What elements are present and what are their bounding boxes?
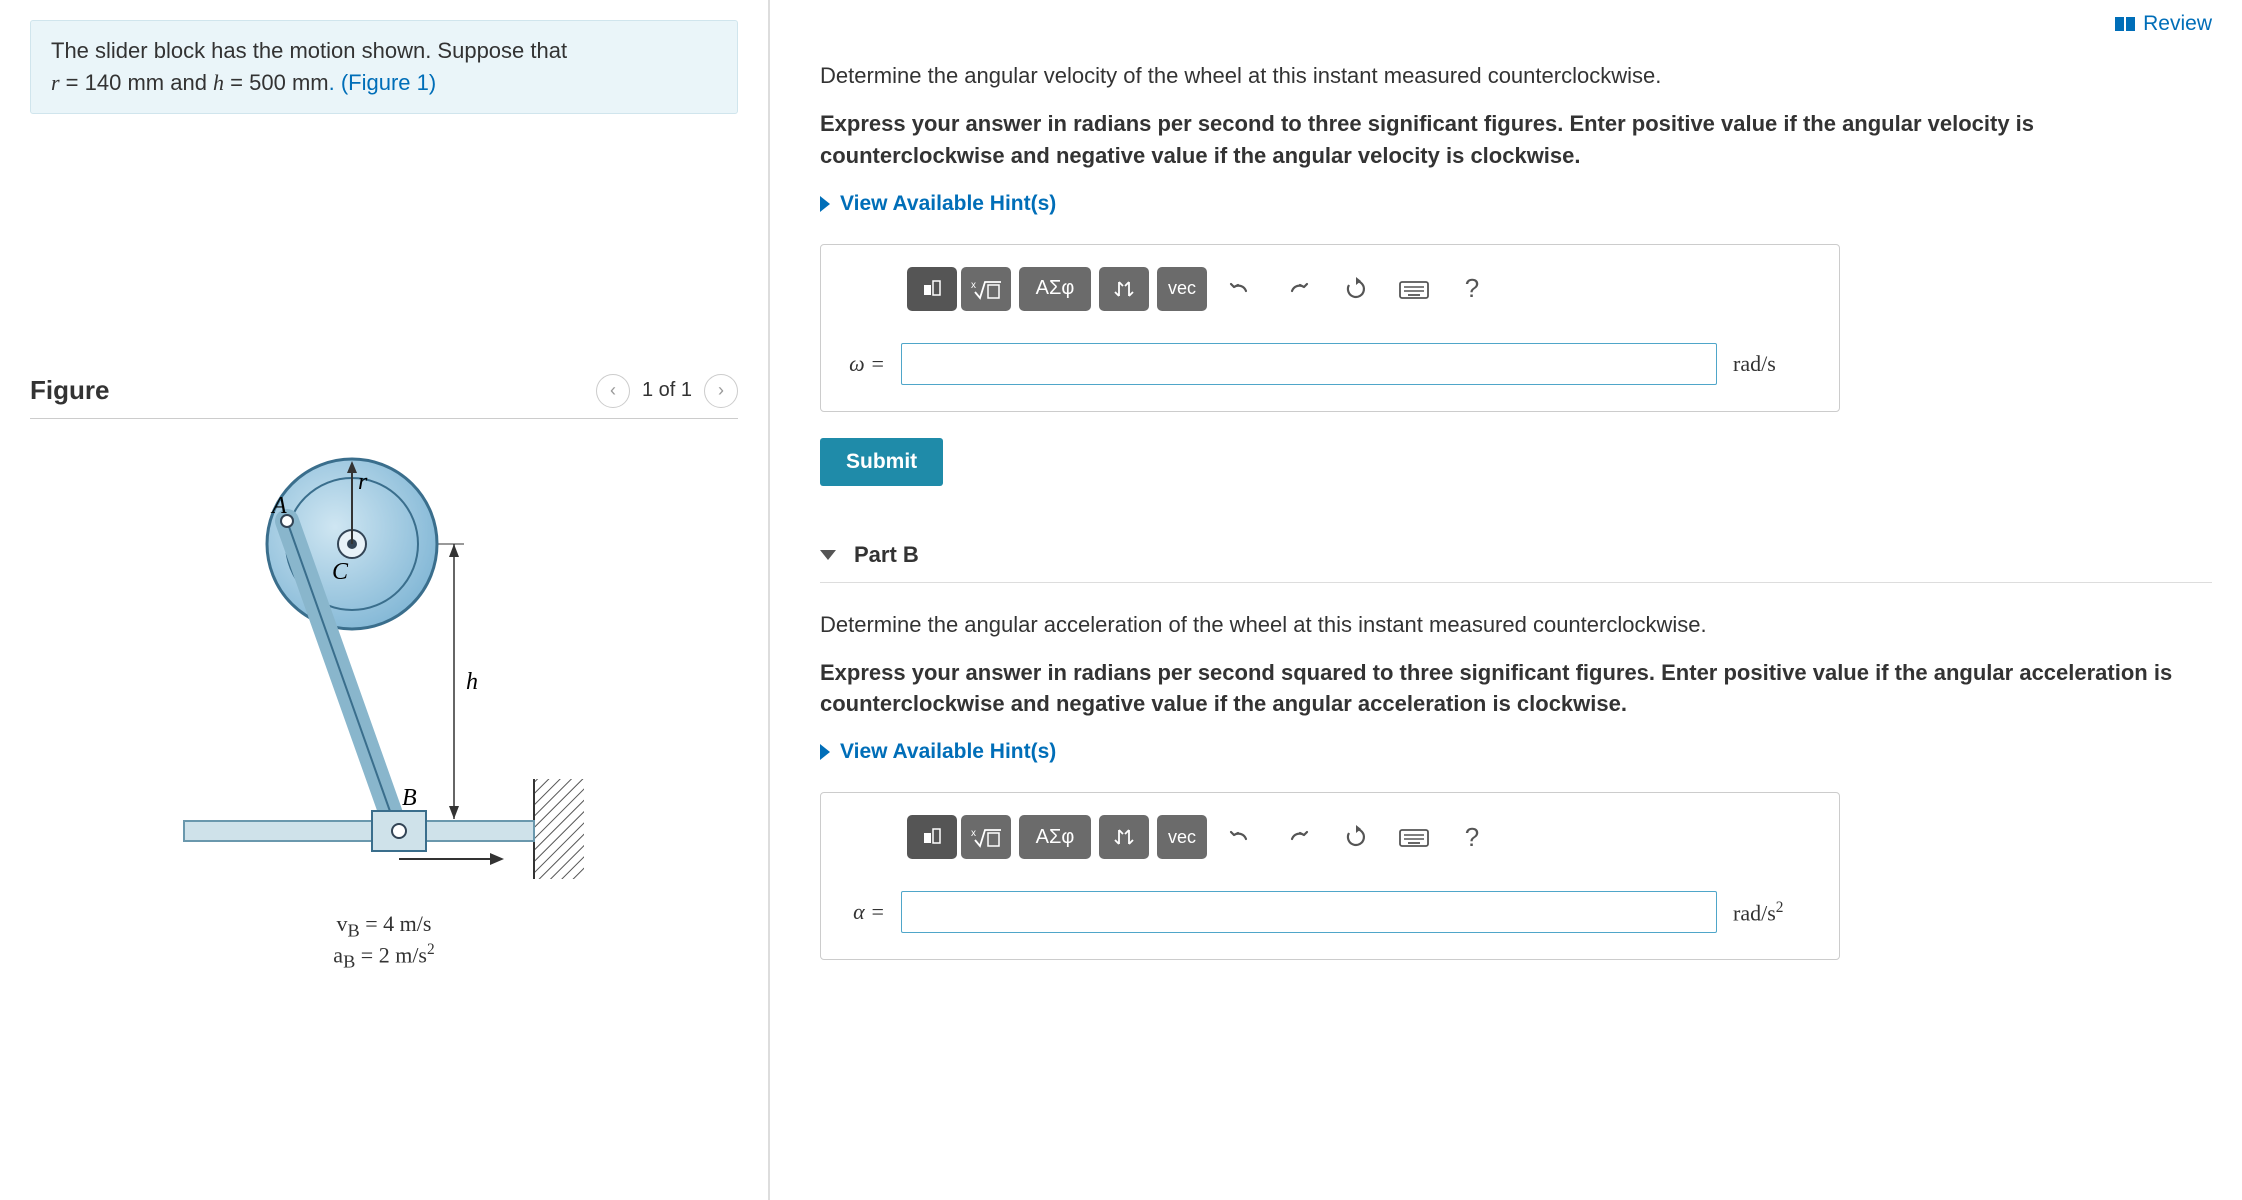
figure-equations: vB = 4 m/s aB = 2 m/s2 xyxy=(30,911,738,973)
unit-sq: 2 xyxy=(1776,899,1784,916)
subscript-superscript-button[interactable] xyxy=(1099,267,1149,311)
val-r: = 140 mm xyxy=(60,70,165,95)
figure-title: Figure xyxy=(30,375,109,406)
vB-var: v xyxy=(337,911,348,936)
aB-sq: 2 xyxy=(427,941,435,958)
part-b-question: Determine the angular acceleration of th… xyxy=(820,609,2212,641)
part-a-question: Determine the angular velocity of the wh… xyxy=(820,60,2212,92)
svg-text:B: B xyxy=(402,785,417,811)
split-view-icon xyxy=(2115,17,2135,31)
part-a-answer-row: ω = rad/s xyxy=(847,343,1813,385)
part-a-unit: rad/s xyxy=(1733,351,1813,377)
pager-label: 1 of 1 xyxy=(642,379,692,402)
svg-text:h: h xyxy=(466,669,478,695)
svg-text:A: A xyxy=(270,493,287,519)
caret-right-icon xyxy=(820,196,830,212)
help-button[interactable]: ? xyxy=(1447,815,1497,859)
svg-text:r: r xyxy=(358,469,368,495)
review-link[interactable]: Review xyxy=(2115,12,2212,36)
template-picker-button[interactable] xyxy=(907,267,957,311)
var-r: r xyxy=(51,70,60,95)
figure-link[interactable]: . (Figure 1) xyxy=(329,70,437,95)
part-b-unit: rad/s2 xyxy=(1733,899,1813,926)
undo-button[interactable] xyxy=(1215,815,1265,859)
greek-symbols-button[interactable]: ΑΣφ xyxy=(1019,267,1091,311)
aB-var: a xyxy=(333,943,343,968)
part-a-hints-toggle[interactable]: View Available Hint(s) xyxy=(820,192,2212,216)
part-a-instructions: Express your answer in radians per secon… xyxy=(820,108,2212,172)
part-a-answer-input[interactable] xyxy=(901,343,1717,385)
redo-button[interactable] xyxy=(1273,267,1323,311)
aB-sub: B xyxy=(343,952,355,972)
reset-button[interactable] xyxy=(1331,815,1381,859)
and: and xyxy=(164,70,213,95)
omega-label: ω = xyxy=(847,351,885,377)
part-b-answer-input[interactable] xyxy=(901,891,1717,933)
submit-button[interactable]: Submit xyxy=(820,438,943,486)
hints-label-b: View Available Hint(s) xyxy=(840,740,1056,764)
svg-text:C: C xyxy=(332,559,349,585)
caret-right-icon xyxy=(820,744,830,760)
review-label: Review xyxy=(2143,12,2212,36)
aB-val: = 2 m/s xyxy=(355,943,427,968)
next-figure-button[interactable]: › xyxy=(704,374,738,408)
part-a-answer-panel: x ΑΣφ vec ? ω = rad/s xyxy=(820,244,1840,412)
math-root-button[interactable]: x xyxy=(961,815,1011,859)
part-b-instructions: Express your answer in radians per secon… xyxy=(820,657,2212,721)
svg-text:x: x xyxy=(971,280,976,291)
redo-button[interactable] xyxy=(1273,815,1323,859)
figure-pager: ‹ 1 of 1 › xyxy=(596,374,738,408)
prev-figure-button[interactable]: ‹ xyxy=(596,374,630,408)
alpha-label: α = xyxy=(847,899,885,925)
part-b-answer-panel: x ΑΣφ vec ? α = rad/s2 xyxy=(820,792,1840,960)
figure-diagram: A C r h B xyxy=(30,449,738,929)
keyboard-button[interactable] xyxy=(1389,815,1439,859)
unit-prefix: rad/s xyxy=(1733,900,1776,925)
figure-header: Figure ‹ 1 of 1 › xyxy=(30,374,738,419)
reset-button[interactable] xyxy=(1331,267,1381,311)
math-root-button[interactable]: x xyxy=(961,267,1011,311)
greek-symbols-button[interactable]: ΑΣφ xyxy=(1019,815,1091,859)
vB-sub: B xyxy=(348,920,360,940)
undo-button[interactable] xyxy=(1215,267,1265,311)
problem-statement: The slider block has the motion shown. S… xyxy=(30,20,738,114)
var-h: h xyxy=(213,70,224,95)
part-b-answer-row: α = rad/s2 xyxy=(847,891,1813,933)
part-b-hints-toggle[interactable]: View Available Hint(s) xyxy=(820,740,2212,764)
equation-toolbar: x ΑΣφ vec ? xyxy=(907,267,1813,311)
svg-text:x: x xyxy=(971,828,976,839)
subscript-superscript-button[interactable] xyxy=(1099,815,1149,859)
vB-val: = 4 m/s xyxy=(360,911,432,936)
vector-button[interactable]: vec xyxy=(1157,267,1207,311)
problem-text: The slider block has the motion shown. S… xyxy=(51,38,567,63)
left-panel: The slider block has the motion shown. S… xyxy=(0,0,770,1200)
part-b-header[interactable]: Part B xyxy=(820,526,2212,583)
figure-section: Figure ‹ 1 of 1 › xyxy=(30,374,738,973)
part-b-title: Part B xyxy=(854,542,919,568)
help-button[interactable]: ? xyxy=(1447,267,1497,311)
template-picker-button[interactable] xyxy=(907,815,957,859)
val-h: = 500 mm xyxy=(224,70,329,95)
keyboard-button[interactable] xyxy=(1389,267,1439,311)
hints-label: View Available Hint(s) xyxy=(840,192,1056,216)
right-panel: Review Determine the angular velocity of… xyxy=(770,0,2242,1200)
vector-button[interactable]: vec xyxy=(1157,815,1207,859)
equation-toolbar-b: x ΑΣφ vec ? xyxy=(907,815,1813,859)
caret-down-icon xyxy=(820,550,836,560)
